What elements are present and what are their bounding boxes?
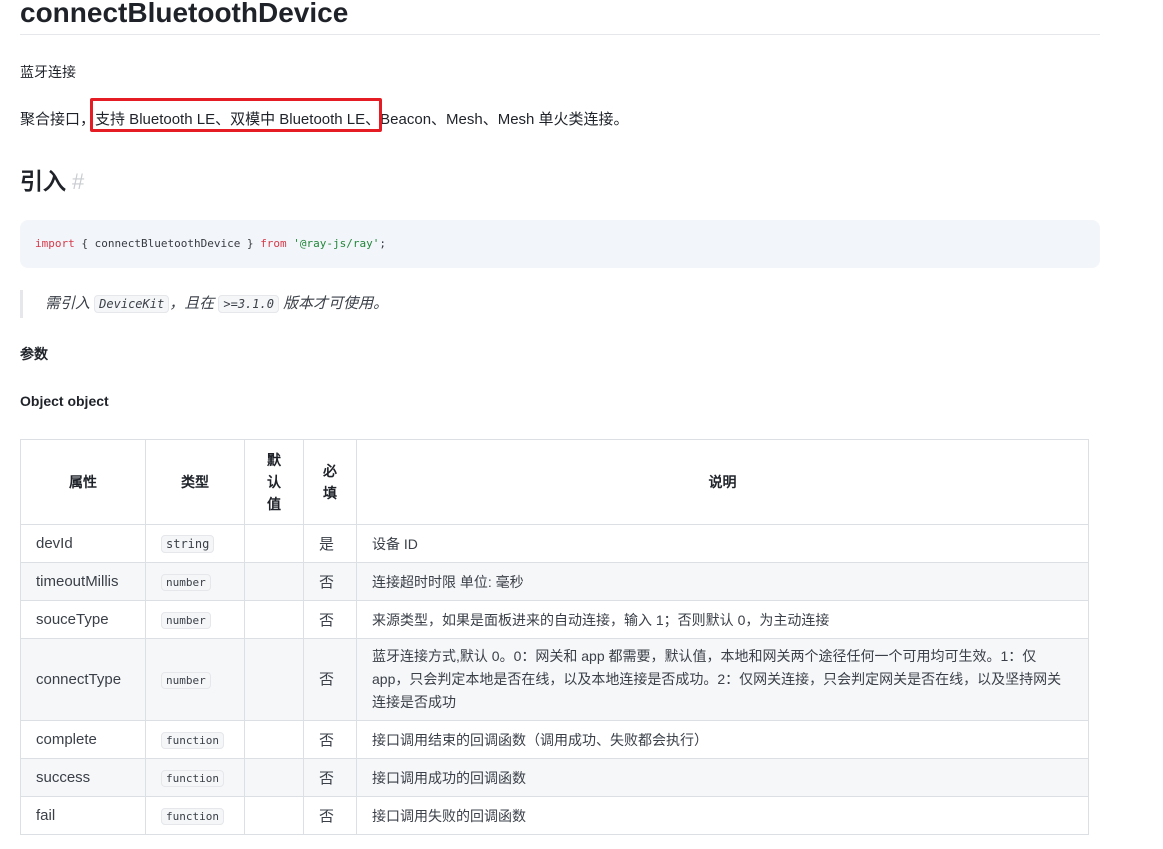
header-type: 类型 [145, 439, 245, 525]
header-prop: 属性 [20, 439, 146, 525]
cell-desc: 接口调用失败的回调函数 [356, 796, 1089, 835]
anchor-link[interactable]: # [72, 169, 84, 194]
description-prefix: 聚合接口， [20, 111, 96, 128]
table-row: connectType number 否 蓝牙连接方式,默认 0。0：网关和 a… [20, 638, 1089, 721]
note-blockquote: 需引入 DeviceKit ，且在 >=3.1.0 版本才可使用。 [20, 290, 388, 318]
table-row: fail function 否 接口调用失败的回调函数 [20, 796, 1089, 835]
cell-required: 否 [303, 720, 357, 759]
cell-name: timeoutMillis [20, 562, 146, 601]
cell-default [244, 638, 304, 721]
type-code: number [161, 574, 211, 591]
type-code: function [161, 808, 224, 825]
import-heading: 引入 # [20, 165, 84, 198]
header-required: 必填 [303, 439, 357, 525]
highlight-annotation-box [90, 98, 382, 132]
cell-desc: 设备 ID [356, 524, 1089, 563]
cell-name: connectType [20, 638, 146, 721]
cell-desc: 来源类型，如果是面板进来的自动连接，输入 1；否则默认 0，为主动连接 [356, 600, 1089, 639]
cell-required: 否 [303, 638, 357, 721]
cell-default [244, 562, 304, 601]
table-row: complete function 否 接口调用结束的回调函数（调用成功、失败都… [20, 720, 1089, 759]
cell-type: string [145, 524, 245, 563]
table-row: devId string 是 设备 ID [20, 524, 1089, 563]
cell-type: function [145, 720, 245, 759]
code-keyword-import: import [35, 237, 75, 250]
type-code: number [161, 671, 211, 689]
cell-name: devId [20, 524, 146, 563]
cell-required: 否 [303, 758, 357, 797]
table-header-row: 属性 类型 默认值 必填 说明 [20, 439, 1089, 525]
type-code: function [161, 732, 224, 749]
code-braces: { connectBluetoothDevice } [74, 237, 261, 250]
params-table: 属性 类型 默认值 必填 说明 devId string 是 设备 ID tim… [20, 439, 1089, 835]
cell-default [244, 796, 304, 835]
import-heading-text: 引入 [20, 168, 66, 194]
header-default: 默认值 [244, 439, 304, 525]
header-default-text: 默认值 [267, 452, 281, 512]
page-subtitle: 蓝牙连接 [20, 64, 76, 80]
cell-type: number [145, 638, 245, 721]
cell-type: function [145, 796, 245, 835]
cell-name: souceType [20, 600, 146, 639]
note-prefix: 需引入 [45, 295, 95, 312]
cell-required: 否 [303, 600, 357, 639]
type-code: function [161, 770, 224, 787]
cell-required: 否 [303, 796, 357, 835]
code-semicolon: ; [379, 237, 387, 250]
table-row: success function 否 接口调用成功的回调函数 [20, 758, 1089, 797]
cell-type: function [145, 758, 245, 797]
cell-default [244, 600, 304, 639]
cell-required: 是 [303, 524, 357, 563]
code-keyword-from: from [260, 237, 287, 250]
description-suffix: 、Beacon、Mesh、Mesh 单火类连接。 [365, 111, 629, 128]
note-version-code: >=3.1.0 [218, 295, 279, 313]
cell-name: success [20, 758, 146, 797]
cell-default [244, 720, 304, 759]
page-title: connectBluetoothDevice [20, 0, 1100, 35]
cell-desc: 蓝牙连接方式,默认 0。0：网关和 app 都需要，默认值，本地和网关两个途径任… [356, 638, 1089, 721]
cell-desc: 接口调用成功的回调函数 [356, 758, 1089, 797]
cell-name: fail [20, 796, 146, 835]
type-code: number [161, 612, 211, 629]
object-label: Object object [20, 393, 109, 409]
cell-desc: 接口调用结束的回调函数（调用成功、失败都会执行） [356, 720, 1089, 759]
note-kit-code: DeviceKit [94, 295, 170, 313]
cell-required: 否 [303, 562, 357, 601]
header-required-text: 必填 [323, 463, 337, 501]
type-code: string [161, 535, 215, 553]
cell-type: number [145, 562, 245, 601]
cell-default [244, 524, 304, 563]
cell-desc: 连接超时时限 单位: 毫秒 [356, 562, 1089, 601]
header-desc: 说明 [356, 439, 1089, 525]
note-middle: ，且在 [169, 295, 219, 312]
cell-name: complete [20, 720, 146, 759]
cell-default [244, 758, 304, 797]
table-row: souceType number 否 来源类型，如果是面板进来的自动连接，输入 … [20, 600, 1089, 639]
cell-type: number [145, 600, 245, 639]
table-row: timeoutMillis number 否 连接超时时限 单位: 毫秒 [20, 562, 1089, 601]
code-module-string: '@ray-js/ray' [286, 237, 380, 250]
note-suffix: 版本才可使用。 [278, 295, 389, 312]
params-label: 参数 [20, 346, 48, 362]
import-code-block: import { connectBluetoothDevice } from '… [20, 220, 1100, 268]
